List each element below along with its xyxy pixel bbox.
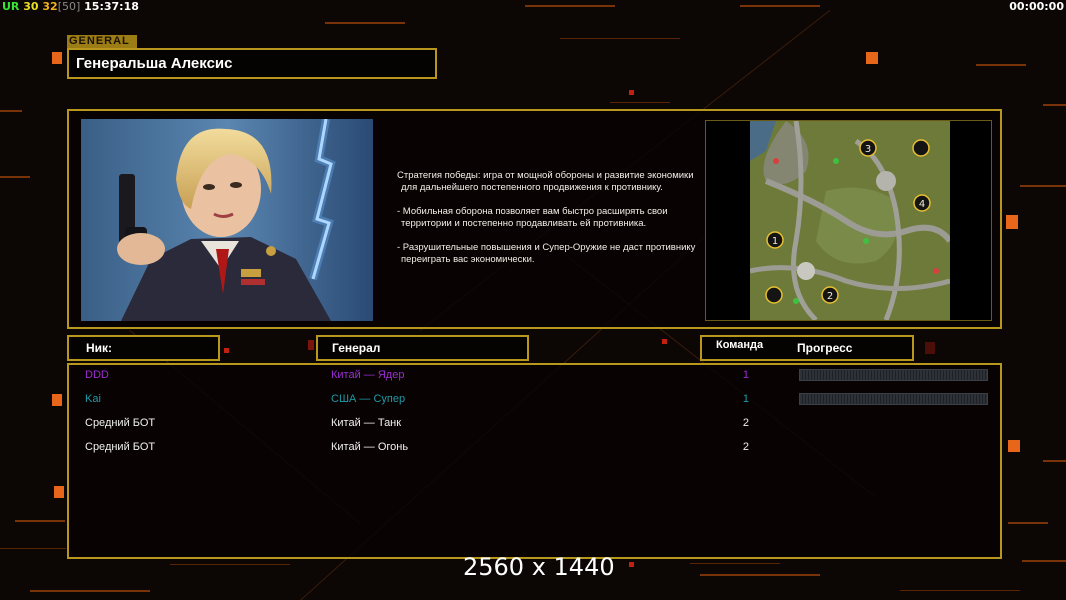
player-team: 1 (742, 369, 749, 381)
general-section-label: GENERAL (67, 35, 137, 48)
general-info-panel: Стратегия победы: игра от мощной обороны… (67, 109, 1002, 329)
description-paragraph: - Разрушительные повышения и Супер-Оружи… (397, 242, 696, 265)
game-timer: 00:00:00 (1009, 0, 1064, 13)
player-nick: Средний БОТ (85, 441, 156, 453)
map-preview[interactable]: 1 2 3 4 (705, 120, 992, 321)
player-general: Китай — Ядер (331, 369, 405, 381)
player-general: США — Супер (331, 393, 406, 405)
description-paragraph: Стратегия победы: игра от мощной обороны… (397, 170, 694, 193)
team-progress-header: Команда Прогресс (700, 335, 914, 361)
svg-text:4: 4 (919, 199, 925, 210)
status-bar: UR 30 32[50] 15:37:18 00:00:00 (0, 0, 1066, 14)
player-general: Китай — Танк (331, 417, 402, 429)
progress-bar (799, 369, 988, 381)
player-row[interactable]: Средний БОТ Китай — Огонь 2 (69, 438, 1000, 456)
stat-value-3: [50] (57, 0, 81, 13)
svg-text:3: 3 (865, 144, 871, 155)
player-nick: Kai (85, 393, 101, 405)
general-column-header: Генерал (316, 335, 529, 361)
start-slot-marker[interactable] (912, 139, 930, 157)
stat-value-2: 32 (42, 0, 58, 13)
start-slot-marker[interactable]: 4 (913, 194, 931, 212)
fps-readout: UR 30 32[50] 15:37:18 (2, 0, 139, 13)
nick-column-header: Ник: (67, 335, 220, 361)
player-general: Китай — Огонь (331, 441, 409, 453)
start-slot-marker[interactable] (765, 286, 783, 304)
player-nick: Средний БОТ (85, 417, 156, 429)
resolution-watermark: 2560 x 1440 (463, 553, 615, 581)
start-slot-marker[interactable]: 3 (859, 139, 877, 157)
progress-column-header: Прогресс (797, 341, 853, 355)
svg-text:2: 2 (827, 291, 833, 302)
description-paragraph: - Мобильная оборона позволяет вам быстро… (397, 206, 668, 229)
player-team: 2 (742, 417, 749, 429)
svg-text:1: 1 (772, 236, 778, 247)
start-slot-marker[interactable]: 1 (766, 231, 784, 249)
player-roster: DDD Китай — Ядер 1 Kai США — Супер 1 Сре… (67, 363, 1002, 559)
player-row[interactable]: Средний БОТ Китай — Танк 2 (69, 414, 1000, 432)
player-team: 1 (742, 393, 749, 405)
general-portrait (81, 119, 373, 321)
player-row[interactable]: Kai США — Супер 1 (69, 390, 1000, 408)
player-team: 2 (742, 441, 749, 453)
stat-value-1: 30 (23, 0, 39, 13)
team-column-header: Команда (716, 339, 764, 351)
player-row[interactable]: DDD Китай — Ядер 1 (69, 366, 1000, 384)
system-clock: 15:37:18 (84, 0, 139, 13)
player-nick: DDD (85, 369, 109, 381)
general-name-title: Генеральша Алексис (67, 48, 437, 79)
ur-label: UR (2, 0, 20, 13)
start-slot-marker[interactable]: 2 (821, 286, 839, 304)
progress-bar (799, 393, 988, 405)
general-description: Стратегия победы: игра от мощной обороны… (397, 170, 697, 278)
